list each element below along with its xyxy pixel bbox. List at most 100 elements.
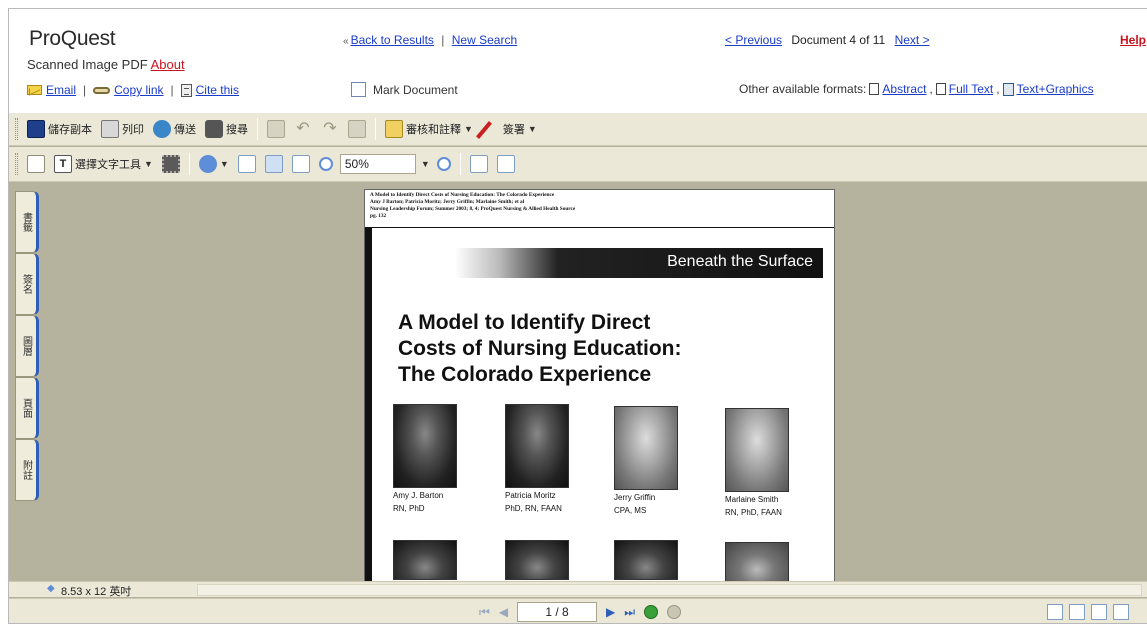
redo-button[interactable]: ↷	[319, 118, 341, 140]
full-text-icon[interactable]	[935, 83, 946, 95]
copy-link-link[interactable]: Copy link	[114, 83, 163, 97]
pen-icon	[475, 120, 500, 139]
pdf-page[interactable]: A Model to Identify Direct Costs of Nurs…	[364, 189, 835, 581]
zoom-level-field[interactable]: 50%	[339, 154, 416, 174]
page-number-field[interactable]: 1 / 8	[517, 602, 598, 622]
pages-tab[interactable]: 頁面	[15, 377, 39, 439]
signatures-tab[interactable]: 簽名	[15, 253, 39, 315]
cite-title-line: A Model to Identify Direct Costs of Nurs…	[370, 192, 555, 198]
hand-tool-button[interactable]	[25, 153, 47, 175]
magnifier-icon	[198, 155, 217, 173]
proquest-logo[interactable]: ProQuest	[29, 27, 116, 51]
author-photo	[614, 540, 678, 580]
layers-tab[interactable]: 圖層	[15, 315, 39, 377]
subtitle-text: Scanned Image PDF	[27, 57, 148, 72]
formats-label: Other available formats:	[739, 82, 867, 96]
send-button[interactable]: 傳送	[151, 118, 198, 140]
save-copy-button[interactable]: 儲存副本	[25, 118, 94, 140]
chevron-down-icon[interactable]: ▼	[464, 124, 473, 134]
fit-width-button[interactable]	[290, 153, 312, 175]
cite-icon[interactable]	[180, 83, 192, 97]
first-page-icon[interactable]: ⏮	[479, 605, 490, 620]
fit-page-button[interactable]	[263, 153, 285, 175]
document-area[interactable]: A Model to Identify Direct Costs of Nurs…	[46, 183, 1147, 581]
review-label: 審核和註釋	[406, 124, 461, 136]
horizontal-scrollbar[interactable]	[197, 584, 1142, 596]
author-photo	[393, 540, 457, 580]
page-edge-rule	[365, 228, 372, 581]
zoom-in-tool-button[interactable]: ▼	[197, 153, 231, 175]
divider: |	[83, 83, 87, 97]
cite-page-line: pg. 132	[370, 213, 387, 219]
about-link[interactable]: About	[151, 57, 185, 72]
author-photo	[505, 540, 569, 580]
email-icon[interactable]	[27, 85, 42, 95]
section-banner: Beneath the Surface	[455, 248, 823, 278]
bookmarks-tab[interactable]: 書籤	[15, 191, 39, 253]
mark-document[interactable]: Mark Document	[351, 82, 458, 97]
link-icon[interactable]	[93, 86, 111, 94]
actual-size-button[interactable]	[236, 153, 258, 175]
email-link[interactable]: Email	[46, 83, 76, 97]
attachments-tab[interactable]: 附註	[15, 439, 39, 501]
previous-link[interactable]: < Previous	[725, 33, 782, 47]
header: ProQuest Scanned Image PDF About Email |…	[9, 9, 1147, 113]
chevron-down-icon[interactable]: ▼	[144, 159, 153, 169]
print-label: 列印	[122, 124, 144, 136]
author-photo	[393, 404, 457, 488]
new-search-link[interactable]: New Search	[452, 33, 517, 47]
article-title: A Model to Identify Direct Costs of Nurs…	[398, 310, 818, 388]
last-page-icon[interactable]: ⏭	[624, 605, 635, 620]
print-button[interactable]: 列印	[99, 118, 146, 140]
undo-button[interactable]: ↶	[292, 118, 314, 140]
help-link[interactable]: Help	[1120, 33, 1146, 47]
document-nav: < Previous Document 4 of 11 Next >	[725, 33, 930, 47]
zoom-dropdown-icon[interactable]: ▼	[421, 159, 430, 169]
banner-text: Beneath the Surface	[667, 253, 813, 270]
abstract-link[interactable]: Abstract	[882, 82, 926, 96]
full-text-link[interactable]: Full Text	[949, 82, 993, 96]
continuous-page-icon[interactable]	[1069, 604, 1085, 620]
select-text-tool-button[interactable]: T 選擇文字工具 ▼	[52, 153, 155, 175]
go-forward-icon[interactable]	[667, 605, 682, 619]
abstract-icon[interactable]	[869, 83, 880, 95]
toolbar-grip[interactable]	[15, 153, 18, 175]
available-formats: Other available formats: Abstract, Full …	[739, 82, 1094, 96]
continuous-facing-icon[interactable]	[1113, 604, 1129, 620]
text-graphics-link[interactable]: Text+Graphics	[1017, 82, 1094, 96]
snapshot-tool-button[interactable]	[160, 153, 182, 175]
back-arrows-icon: «	[343, 36, 349, 47]
page-controls: ⏮ ◀ 1 / 8 ▶ ⏭	[479, 602, 682, 622]
review-comment-button[interactable]: 審核和註釋 ▼	[383, 118, 475, 140]
next-page-icon[interactable]: ▶	[606, 605, 615, 619]
toolbar-separator	[188, 153, 190, 175]
toolbar-grip[interactable]	[15, 118, 18, 140]
facing-pages-icon[interactable]	[1091, 604, 1107, 620]
go-back-icon[interactable]	[644, 605, 659, 619]
single-page-icon[interactable]	[1047, 604, 1063, 620]
sign-button[interactable]: 簽署 ▼	[475, 118, 539, 140]
document-counter: Document 4 of 11	[791, 33, 886, 47]
text-graphics-icon[interactable]	[1002, 82, 1014, 96]
back-to-results-link[interactable]: Back to Results	[351, 33, 434, 47]
mark-document-checkbox[interactable]	[351, 82, 366, 97]
cite-authors-line: Amy J Barton; Patricia Moritz; Jerry Gri…	[370, 199, 525, 205]
spellcheck-button[interactable]	[265, 118, 287, 140]
next-link[interactable]: Next >	[895, 33, 930, 47]
cite-this-link[interactable]: Cite this	[196, 83, 239, 97]
fit-page-icon	[264, 155, 283, 173]
zoom-out-button[interactable]	[317, 155, 335, 173]
chevron-down-icon[interactable]: ▼	[220, 159, 229, 169]
chevron-down-icon[interactable]: ▼	[528, 124, 537, 134]
binoculars-icon	[205, 120, 223, 138]
select-text-label: 選擇文字工具	[75, 159, 141, 171]
rotate-counterclockwise-button[interactable]	[495, 153, 517, 175]
rotate-clockwise-button[interactable]	[468, 153, 490, 175]
author-name: Jerry Griffin	[614, 493, 656, 502]
side-navigation-tabs: 書籤 簽名 圖層 頁面 附註	[9, 183, 46, 583]
author-credentials: CPA, MS	[614, 506, 647, 515]
search-button[interactable]: 搜尋	[203, 118, 250, 140]
copy-button[interactable]	[346, 118, 368, 140]
zoom-in-button[interactable]	[435, 155, 453, 173]
previous-page-icon[interactable]: ◀	[499, 605, 508, 619]
